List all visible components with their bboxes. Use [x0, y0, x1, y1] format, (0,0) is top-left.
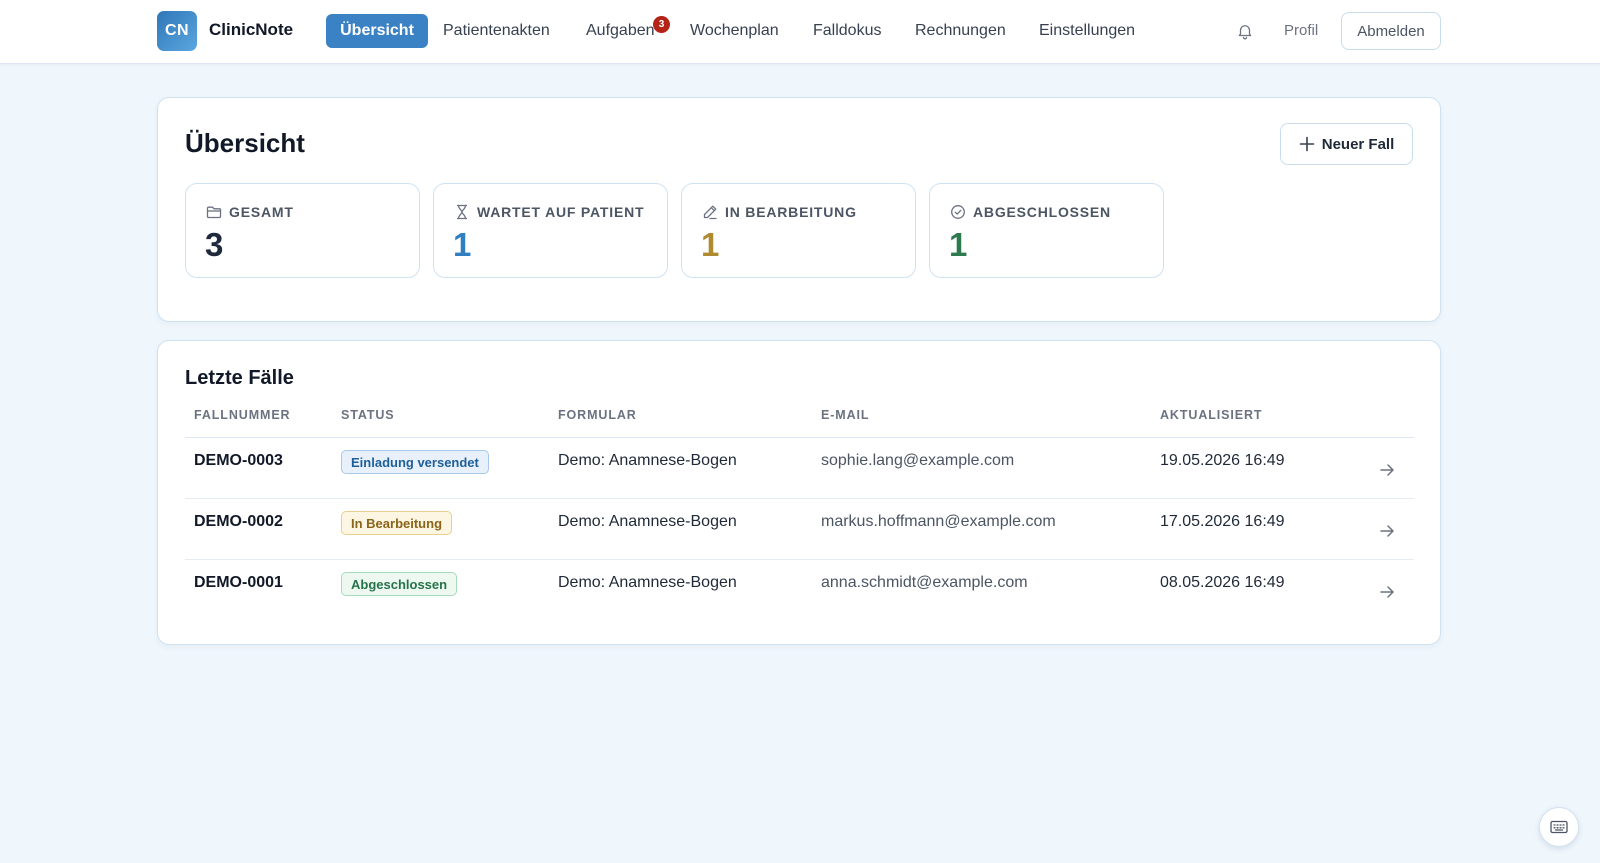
column-header-email: E-MAIL: [821, 408, 870, 422]
keyboard-icon: [1550, 820, 1568, 834]
stat-card-total[interactable]: GESAMT 3: [185, 183, 420, 278]
case-number: DEMO-0003: [194, 452, 283, 469]
status-badge: Einladung versendet: [341, 450, 489, 474]
brand-name[interactable]: ClinicNote: [209, 20, 293, 40]
column-header-status: STATUS: [341, 408, 395, 422]
nav-item-label: Wochenplan: [690, 22, 779, 39]
status-badge: Abgeschlossen: [341, 572, 458, 596]
stat-header: IN BEARBEITUNG: [702, 204, 857, 220]
updated-timestamp: 19.05.2026 16:49: [1160, 452, 1285, 469]
patient-email: sophie.lang@example.com: [821, 452, 1015, 469]
form-name: Demo: Anamnese-Bogen: [558, 574, 737, 591]
form-name: Demo: Anamnese-Bogen: [558, 513, 737, 530]
tasks-count-badge: 3: [653, 16, 670, 33]
column-header-form: FORMULAR: [558, 408, 637, 422]
stat-header: GESAMT: [206, 204, 294, 220]
nav-item-case-docs[interactable]: Falldokus: [813, 14, 881, 48]
logout-label: Abmelden: [1357, 22, 1425, 40]
stat-value: 1: [949, 226, 968, 263]
stat-label: IN BEARBEITUNG: [725, 204, 857, 220]
nav-item-tasks[interactable]: Aufgaben: [586, 14, 655, 48]
patient-email: markus.hoffmann@example.com: [821, 513, 1056, 530]
case-number: DEMO-0001: [194, 574, 283, 591]
brand-logo-text: CN: [164, 22, 190, 39]
table-row[interactable]: DEMO-0003 Einladung versendet Demo: Anam…: [185, 438, 1414, 499]
bell-icon[interactable]: [1236, 22, 1254, 40]
nav-item-label: Patientenakten: [443, 22, 550, 39]
stat-card-in-progress[interactable]: IN BEARBEITUNG 1: [681, 183, 916, 278]
chat-support-button[interactable]: [1539, 807, 1579, 847]
stat-header: ABGESCHLOSSEN: [950, 204, 1111, 220]
arrow-right-icon[interactable]: [1378, 461, 1396, 479]
nav-item-overview[interactable]: Übersicht: [326, 14, 428, 48]
nav-item-label: Rechnungen: [915, 22, 1006, 39]
stat-card-waiting-patient[interactable]: WARTET AUF PATIENT 1: [433, 183, 668, 278]
stat-value: 3: [205, 226, 224, 263]
stat-value: 1: [453, 226, 472, 263]
case-number: DEMO-0002: [194, 513, 283, 530]
plus-icon: [1299, 136, 1315, 152]
patient-email: anna.schmidt@example.com: [821, 574, 1028, 591]
arrow-right-icon[interactable]: [1378, 522, 1396, 540]
hourglass-icon: [456, 204, 468, 220]
stat-header: WARTET AUF PATIENT: [454, 204, 644, 220]
stat-card-completed[interactable]: ABGESCHLOSSEN 1: [929, 183, 1164, 278]
nav-item-invoices[interactable]: Rechnungen: [915, 14, 1006, 48]
overview-card: Übersicht Neuer Fall GESAMT 3 WARTET AUF…: [157, 97, 1441, 322]
nav-item-label: Einstellungen: [1039, 22, 1136, 39]
stat-label: WARTET AUF PATIENT: [477, 204, 645, 220]
stat-label: ABGESCHLOSSEN: [973, 204, 1111, 220]
top-navigation-bar: CN ClinicNote Übersicht Patientenakten A…: [0, 0, 1600, 64]
section-title: Letzte Fälle: [185, 367, 294, 389]
recent-cases-table: FALLNUMMER STATUS FORMULAR E-MAIL AKTUAL…: [185, 407, 1414, 621]
table-row[interactable]: DEMO-0002 In Bearbeitung Demo: Anamnese-…: [185, 499, 1414, 560]
page-title: Übersicht: [185, 128, 305, 158]
brand-logo[interactable]: CN: [157, 11, 197, 51]
nav-item-label: Falldokus: [813, 22, 882, 39]
table-row[interactable]: DEMO-0001 Abgeschlossen Demo: Anamnese-B…: [185, 560, 1414, 621]
stat-value: 1: [701, 226, 720, 263]
table-header-row: FALLNUMMER STATUS FORMULAR E-MAIL AKTUAL…: [185, 407, 1414, 438]
profile-link[interactable]: Profil: [1284, 22, 1318, 39]
arrow-right-icon[interactable]: [1378, 583, 1396, 601]
nav-item-weekly-plan[interactable]: Wochenplan: [690, 14, 779, 48]
nav-item-patient-records[interactable]: Patientenakten: [443, 14, 550, 48]
new-case-button[interactable]: Neuer Fall: [1280, 123, 1413, 165]
updated-timestamp: 08.05.2026 16:49: [1160, 574, 1285, 591]
logout-button[interactable]: Abmelden: [1341, 12, 1441, 50]
column-header-case-number: FALLNUMMER: [194, 408, 291, 422]
column-header-updated: AKTUALISIERT: [1160, 408, 1263, 422]
new-case-label: Neuer Fall: [1321, 135, 1395, 153]
form-name: Demo: Anamnese-Bogen: [558, 452, 737, 469]
stat-label: GESAMT: [229, 204, 294, 220]
recent-cases-card: Letzte Fälle FALLNUMMER STATUS FORMULAR …: [157, 340, 1441, 645]
updated-timestamp: 17.05.2026 16:49: [1160, 513, 1285, 530]
check-circle-icon: [951, 205, 965, 219]
folder-icon: [206, 206, 222, 219]
pencil-icon: [703, 205, 717, 220]
nav-item-settings[interactable]: Einstellungen: [1039, 14, 1135, 48]
nav-item-label: Übersicht: [340, 22, 414, 39]
nav-item-label: Aufgaben: [586, 22, 655, 39]
status-badge: In Bearbeitung: [341, 511, 453, 535]
